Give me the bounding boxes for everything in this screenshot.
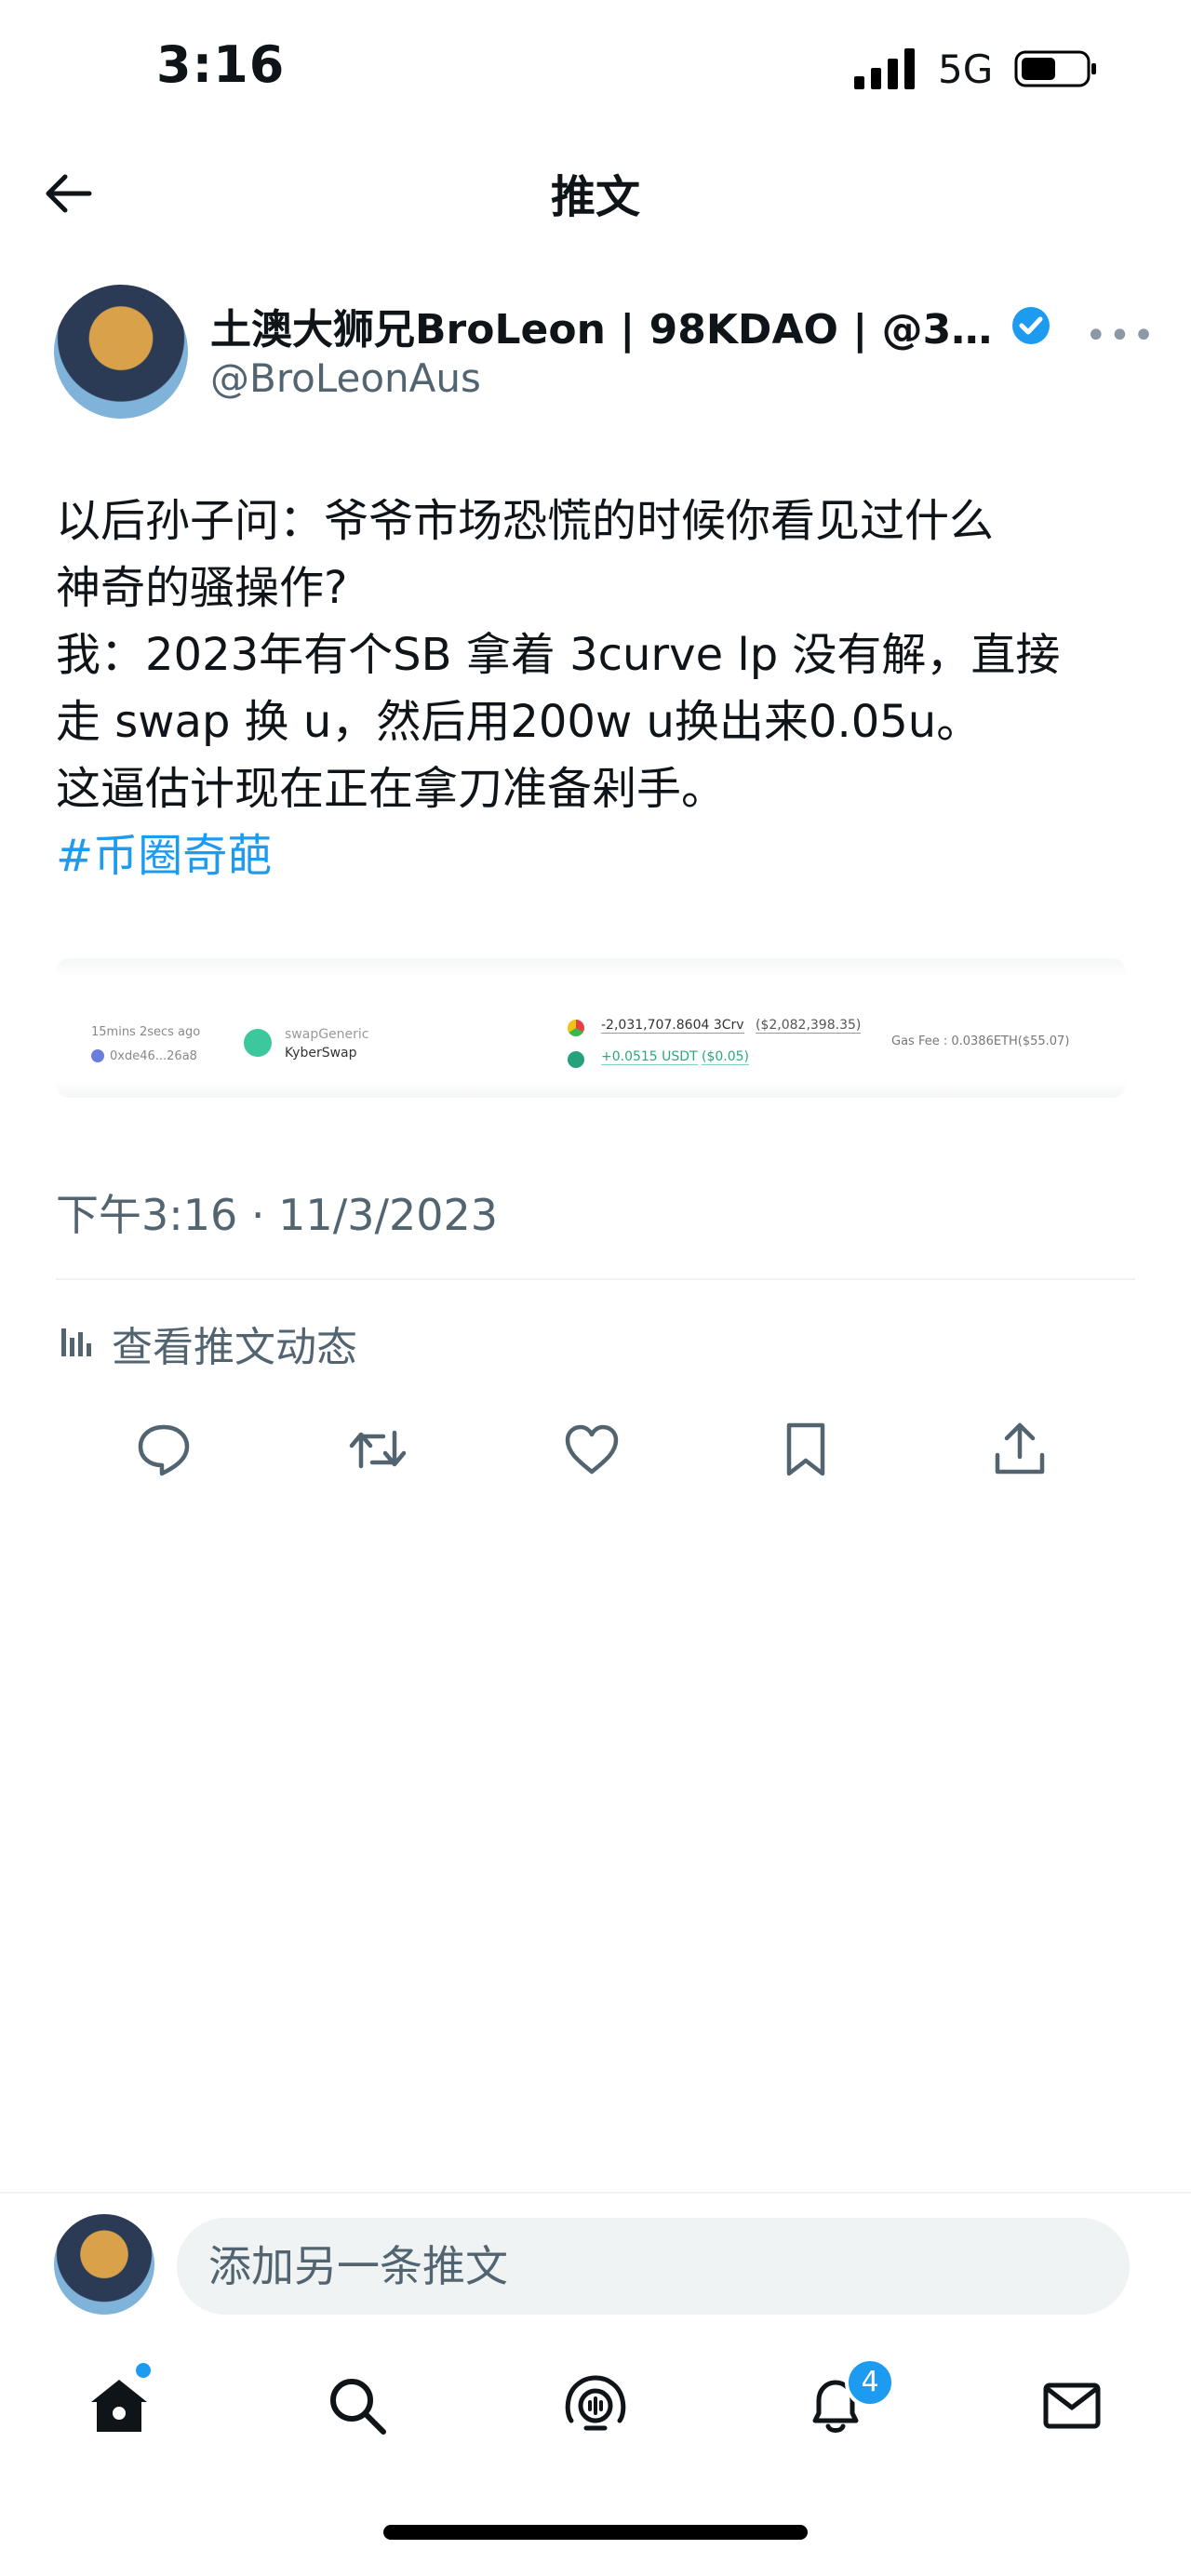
eth-icon bbox=[91, 1049, 104, 1062]
spaces-icon bbox=[565, 2375, 626, 2431]
verified-badge-icon bbox=[1012, 307, 1050, 344]
home-indicator[interactable] bbox=[383, 2525, 808, 2540]
tweet-timestamp: 下午3:16 · 11/3/2023 bbox=[56, 1190, 499, 1240]
media-time-ago: 15mins 2secs ago bbox=[91, 1025, 201, 1039]
nav-home[interactable] bbox=[86, 2372, 153, 2439]
bookmark-button[interactable] bbox=[776, 1420, 836, 1479]
signal-icon bbox=[854, 48, 915, 89]
search-icon bbox=[330, 2379, 386, 2435]
bookmark-icon bbox=[786, 1422, 825, 1476]
author-handle[interactable]: @BroLeonAus bbox=[210, 355, 481, 401]
media-out-amount: -2,031,707.8604 3Crv bbox=[601, 1018, 744, 1034]
media-in-amount: +0.0515 USDT bbox=[601, 1049, 698, 1065]
reply-icon bbox=[138, 1424, 190, 1476]
battery-icon bbox=[1014, 50, 1096, 87]
mail-icon bbox=[1043, 2382, 1101, 2429]
like-button[interactable] bbox=[562, 1420, 622, 1479]
current-user-avatar[interactable] bbox=[54, 2214, 154, 2315]
retweet-icon bbox=[349, 1430, 407, 1469]
tweet-line: 以后孙子问：爷爷市场恐慌的时候你看见过什么 bbox=[56, 495, 995, 547]
heart-icon bbox=[565, 1424, 619, 1475]
status-time: 3:16 bbox=[156, 35, 286, 94]
media-address: 0xde46...26a8 bbox=[110, 1049, 197, 1063]
media-in-value: ($0.05) bbox=[702, 1049, 750, 1065]
media-out-value: ($2,082,398.35) bbox=[756, 1018, 862, 1034]
more-options-icon[interactable]: ••• bbox=[1085, 314, 1157, 357]
avatar[interactable] bbox=[54, 285, 188, 419]
home-icon bbox=[91, 2380, 147, 2432]
tweet-text: 以后孙子问：爷爷市场恐慌的时候你看见过什么 神奇的骚操作? 我：2023年有个S… bbox=[56, 487, 1144, 889]
analytics-icon bbox=[61, 1328, 91, 1356]
share-button[interactable] bbox=[990, 1420, 1050, 1479]
media-gas-fee: Gas Fee : 0.0386ETH($55.07) bbox=[891, 1034, 1070, 1048]
reply-button[interactable] bbox=[134, 1420, 194, 1479]
tweet-line: 神奇的骚操作? bbox=[56, 562, 348, 614]
media-type: swapGeneric bbox=[285, 1027, 369, 1042]
nav-spaces[interactable] bbox=[562, 2372, 629, 2439]
view-analytics-link[interactable]: 查看推文动态 bbox=[112, 1314, 357, 1373]
hashtag-link[interactable]: #币圈奇葩 bbox=[56, 822, 1144, 889]
share-icon bbox=[995, 1422, 1045, 1475]
3crv-token-icon bbox=[568, 1020, 584, 1036]
nav-search[interactable] bbox=[324, 2372, 391, 2439]
network-label: 5G bbox=[938, 47, 994, 92]
tweet-media-image[interactable]: 15mins 2secs ago 0xde46...26a8 swapGener… bbox=[56, 958, 1126, 1098]
tweet-line: 这逼估计现在正在拿刀准备剁手。 bbox=[56, 763, 727, 815]
tweet-line: 走 swap 换 u，然后用200w u换出来0.05u。 bbox=[56, 696, 982, 748]
home-unread-dot bbox=[136, 2363, 151, 2378]
nav-messages[interactable] bbox=[1038, 2372, 1105, 2439]
usdt-token-icon bbox=[568, 1051, 584, 1068]
kyberswap-logo-icon bbox=[244, 1029, 272, 1057]
divider bbox=[0, 2192, 1191, 2194]
divider bbox=[56, 1278, 1135, 1280]
page-title: 推文 bbox=[550, 171, 640, 223]
media-protocol: KyberSwap bbox=[285, 1046, 357, 1061]
reply-input[interactable]: 添加另一条推文 bbox=[177, 2218, 1130, 2315]
retweet-button[interactable] bbox=[348, 1420, 408, 1479]
tweet-line: 我：2023年有个SB 拿着 3curve lp 没有解，直接 bbox=[56, 629, 1061, 681]
author-name[interactable]: 土澳大狮兄BroLeon | 98KDAO | @385... bbox=[210, 296, 1001, 355]
notification-badge: 4 bbox=[845, 2357, 895, 2408]
